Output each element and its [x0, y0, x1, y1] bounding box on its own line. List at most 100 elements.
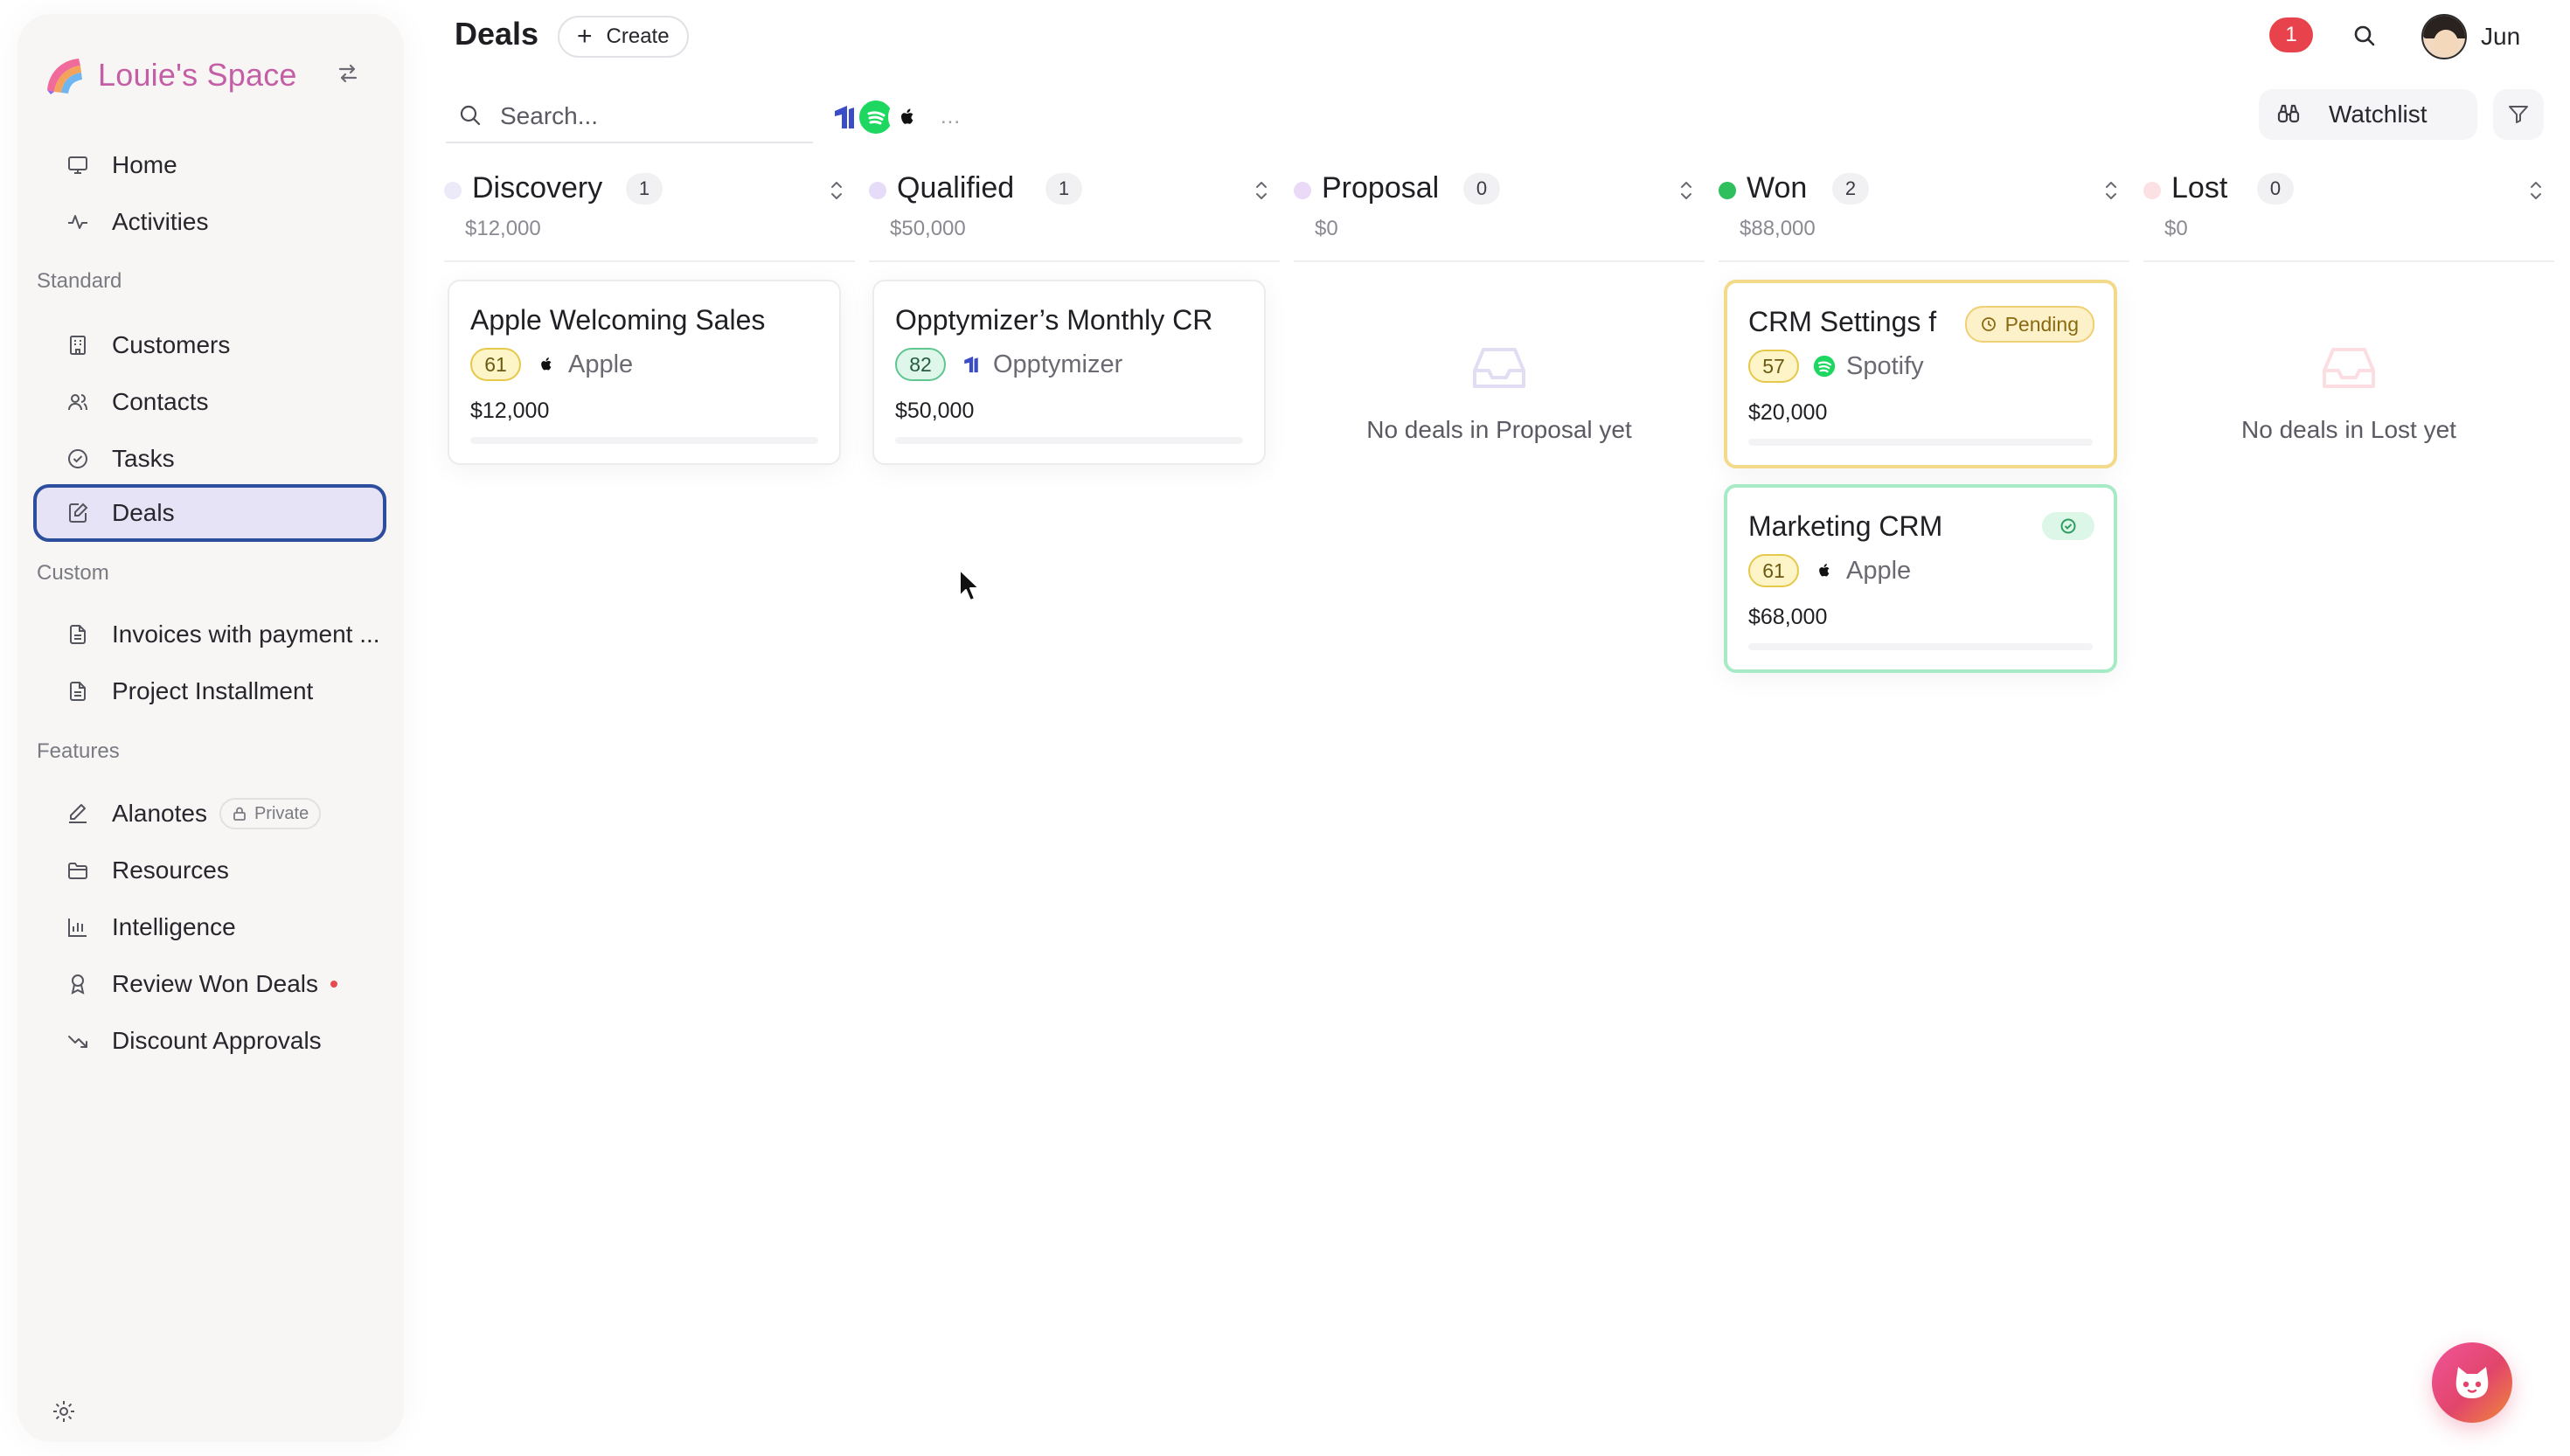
- sort-icon[interactable]: [825, 177, 848, 205]
- search-icon: [458, 103, 484, 129]
- trend-down-icon: [65, 1028, 91, 1054]
- workspace-brand[interactable]: Louie's Space: [44, 49, 297, 101]
- assistant-chat-button[interactable]: [2432, 1342, 2512, 1423]
- deal-card[interactable]: CRM Settings f Pending 57 Spotify $20,00…: [1724, 280, 2117, 468]
- inbox-icon: [1473, 348, 1525, 388]
- filter-icon[interactable]: [2493, 89, 2544, 140]
- column-header-proposal: Proposal 0 $0: [1294, 166, 1705, 262]
- deal-amount: $20,000: [1748, 400, 1828, 425]
- sidebar-item-label: Contacts: [112, 388, 209, 415]
- deal-meta: 57 Spotify: [1748, 348, 1924, 385]
- avatar: [2421, 14, 2467, 59]
- more-companies[interactable]: ...: [941, 105, 961, 129]
- spotify-logo-icon: [1813, 355, 1836, 378]
- progress-bar: [470, 437, 818, 444]
- stage-dot: [2143, 182, 2161, 199]
- deal-card[interactable]: Apple Welcoming Sales 61 Apple $12,000: [448, 280, 841, 465]
- clock-icon: [1981, 317, 1996, 331]
- unread-dot: [330, 981, 338, 988]
- deal-card[interactable]: Marketing CRM 61 Apple $68,000: [1724, 484, 2117, 673]
- column-header-won: Won 2 $88,000: [1719, 166, 2129, 262]
- company-name[interactable]: Spotify: [1846, 352, 1924, 381]
- sidebar-item-activities[interactable]: Activities: [33, 193, 386, 251]
- company-name[interactable]: Apple: [1846, 557, 1911, 586]
- notification-badge[interactable]: 1: [2269, 17, 2313, 52]
- sort-icon[interactable]: [1250, 177, 1273, 205]
- file-icon: [65, 621, 91, 648]
- rainbow-logo-icon: [47, 59, 82, 94]
- sidebar-item-discount-approvals[interactable]: Discount Approvals: [33, 1012, 386, 1070]
- sidebar-item-label: Resources: [112, 856, 229, 884]
- stage-dot: [444, 182, 462, 199]
- empty-state-proposal: No deals in Proposal yet: [1294, 346, 1705, 444]
- column-total: $0: [1315, 217, 1338, 240]
- company-filter[interactable]: ...: [825, 94, 961, 140]
- deal-title: Apple Welcoming Sales: [470, 304, 766, 336]
- column-count: 0: [2257, 173, 2294, 205]
- progress-bar: [895, 437, 1243, 444]
- plus-icon: +: [577, 22, 593, 51]
- empty-state-text: No deals in Lost yet: [2241, 416, 2456, 443]
- sidebar-item-invoices[interactable]: Invoices with payment ...: [33, 606, 386, 663]
- column-header-lost: Lost 0 $0: [2143, 166, 2554, 262]
- deal-score: 57: [1748, 350, 1799, 383]
- apple-logo-icon: [888, 98, 927, 136]
- sidebar-item-customers[interactable]: Customers: [33, 316, 386, 374]
- stage-dot: [1719, 182, 1736, 199]
- global-search-icon[interactable]: [2350, 21, 2379, 51]
- settings-gear-icon[interactable]: [44, 1391, 84, 1432]
- edit-icon: [65, 500, 91, 526]
- lock-icon: [233, 807, 246, 821]
- sidebar-item-home[interactable]: Home: [33, 136, 386, 194]
- search-input[interactable]: [500, 102, 788, 130]
- column-name: Qualified: [897, 171, 1015, 205]
- column-count: 2: [1832, 173, 1869, 205]
- sidebar-item-project-installment[interactable]: Project Installment: [33, 662, 386, 720]
- company-name[interactable]: Opptymizer: [993, 350, 1122, 379]
- section-title-standard: Standard: [37, 269, 122, 293]
- pen-icon: [65, 801, 91, 827]
- user-menu[interactable]: Jun: [2421, 12, 2520, 61]
- sidebar-item-tasks[interactable]: Tasks: [33, 430, 386, 488]
- bar-chart-icon: [65, 914, 91, 940]
- users-icon: [65, 389, 91, 415]
- company-name[interactable]: Apple: [568, 350, 633, 379]
- folder-icon: [65, 857, 91, 884]
- column-count: 0: [1463, 173, 1500, 205]
- sidebar-item-deals[interactable]: Deals: [33, 484, 386, 542]
- sidebar-item-label: Activities: [112, 208, 209, 235]
- sidebar-item-label: Review Won Deals: [112, 970, 319, 997]
- building-icon: [65, 332, 91, 358]
- column-header-qualified: Qualified 1 $50,000: [869, 166, 1280, 262]
- column-total: $88,000: [1740, 217, 1816, 240]
- switch-workspace-icon[interactable]: [332, 58, 364, 89]
- column-count: 1: [626, 173, 663, 205]
- check-circle-icon: [65, 446, 91, 472]
- sort-icon[interactable]: [2525, 177, 2547, 205]
- apple-logo-icon: [535, 353, 558, 376]
- sort-icon[interactable]: [2100, 177, 2122, 205]
- deal-score: 61: [1748, 554, 1799, 587]
- sidebar-item-resources[interactable]: Resources: [33, 842, 386, 899]
- cat-face-icon: [2455, 1367, 2489, 1398]
- create-button-label: Create: [606, 24, 670, 48]
- sidebar-item-intelligence[interactable]: Intelligence: [33, 898, 386, 956]
- deal-score: 82: [895, 348, 946, 381]
- sidebar-item-contacts[interactable]: Contacts: [33, 373, 386, 431]
- column-header-discovery: Discovery 1 $12,000: [444, 166, 855, 262]
- column-name: Won: [1747, 171, 1808, 205]
- inbox-icon: [2323, 348, 2375, 388]
- status-badge-label: Pending: [2004, 312, 2079, 336]
- watchlist-button[interactable]: Watchlist: [2259, 89, 2477, 140]
- column-total: $50,000: [890, 217, 966, 240]
- empty-state-lost: No deals in Lost yet: [2143, 346, 2554, 444]
- sidebar-item-label: Deals: [112, 499, 175, 526]
- sidebar-item-label: Project Installment: [112, 677, 314, 704]
- sidebar-item-label: Home: [112, 151, 177, 178]
- sort-icon[interactable]: [1675, 177, 1698, 205]
- sidebar-item-alanotes[interactable]: Alanotes Private: [33, 785, 386, 842]
- column-name: Discovery: [472, 171, 603, 205]
- create-deal-button[interactable]: + Create: [558, 16, 689, 58]
- deal-card[interactable]: Opptymizer’s Monthly CR 82 Opptymizer $5…: [872, 280, 1266, 465]
- sidebar-item-review-won-deals[interactable]: Review Won Deals: [33, 955, 386, 1013]
